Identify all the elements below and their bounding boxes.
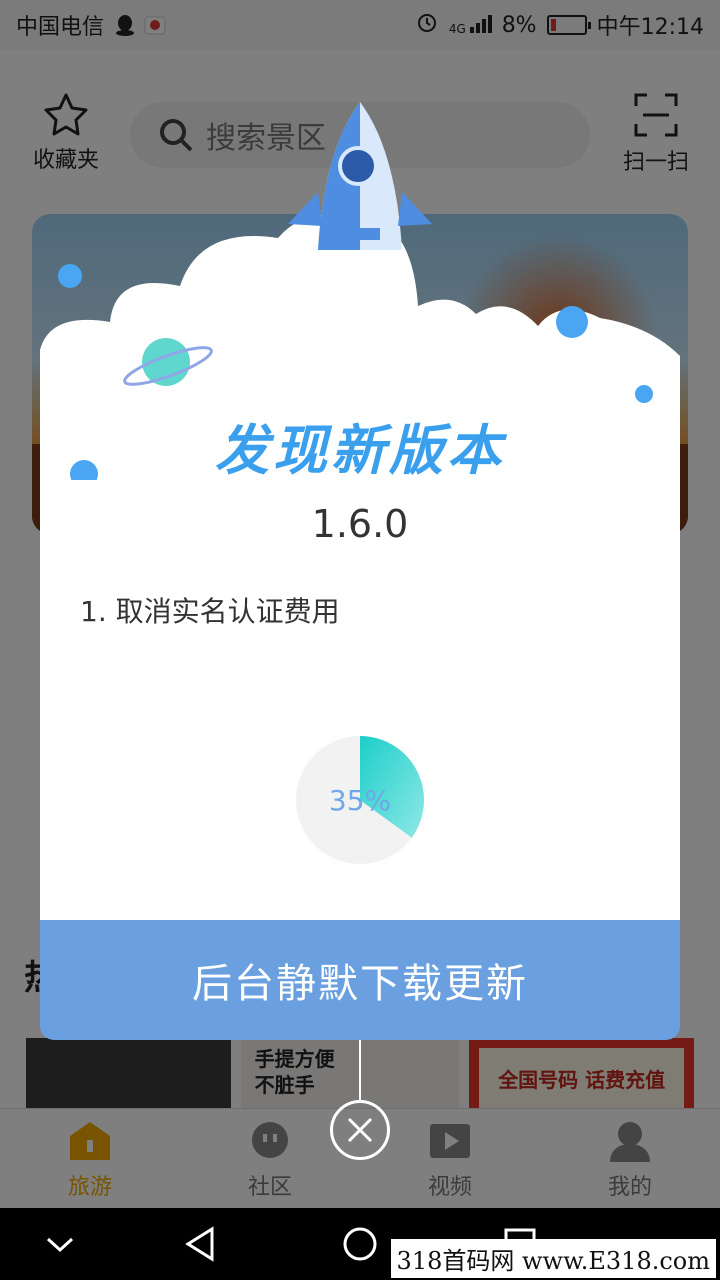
nav-collapse-button[interactable] [20, 1208, 100, 1280]
decoration-dot [635, 385, 653, 403]
chevron-down-icon [46, 1237, 74, 1253]
background-download-button[interactable]: 后台静默下载更新 [40, 920, 680, 1040]
version-label: 1.6.0 [311, 502, 409, 546]
watermark-text: 318首码网 www.E318.com [390, 1239, 716, 1278]
close-icon [347, 1117, 373, 1143]
close-connector-line [359, 1040, 361, 1102]
release-notes: 1. 取消实名认证费用 [80, 595, 340, 628]
home-circle-icon [343, 1227, 377, 1261]
back-triangle-icon [185, 1226, 214, 1262]
nav-back-button[interactable] [160, 1208, 240, 1280]
decoration-dot [58, 264, 82, 288]
progress-percent: 35% [328, 784, 392, 817]
update-dialog: 发现新版本 1.6.0 1. 取消实名认证费用 35% 后台静默下载更新 [40, 100, 680, 1040]
close-dialog-button[interactable] [330, 1100, 390, 1160]
system-nav-bar: 318首码网 www.E318.com [0, 1208, 720, 1280]
nav-home-button[interactable] [320, 1208, 400, 1280]
dialog-title: 发现新版本 [215, 419, 505, 482]
decoration-dot [556, 306, 588, 338]
